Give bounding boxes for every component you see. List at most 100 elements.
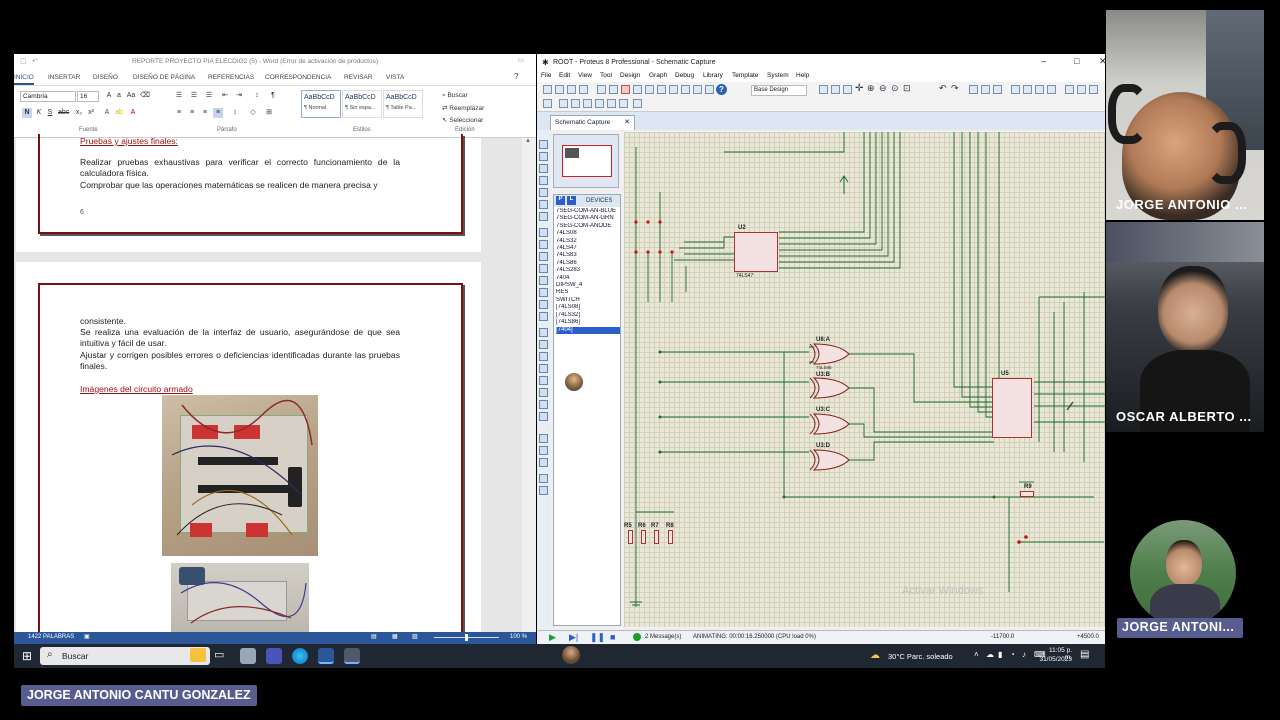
highlight-icon[interactable]: ab: [114, 108, 124, 118]
menu-file[interactable]: File: [541, 72, 551, 79]
bom-icon[interactable]: [657, 85, 666, 94]
battery-icon[interactable]: ▮: [998, 650, 1002, 659]
read-mode-icon[interactable]: ▤: [371, 633, 377, 640]
tab-diseno-pagina[interactable]: DISEÑO DE PÁGINA: [133, 74, 195, 81]
word-taskbar-icon[interactable]: [318, 648, 334, 664]
menu-library[interactable]: Library: [703, 72, 723, 79]
tray-chevron-icon[interactable]: ˄: [974, 650, 979, 659]
text-script-icon[interactable]: [539, 188, 548, 197]
vsm-icon[interactable]: [693, 85, 702, 94]
tab-diseno[interactable]: DISEÑO: [93, 74, 118, 81]
junction-icon[interactable]: [539, 164, 548, 173]
device-item[interactable]: 74LS86: [556, 260, 620, 267]
zoom-slider[interactable]: [434, 634, 499, 641]
device-item[interactable]: 74LS47: [556, 245, 620, 252]
tab-inicio[interactable]: INICIO: [14, 74, 34, 85]
text-icon[interactable]: [539, 388, 548, 397]
scroll-up-icon[interactable]: ▲: [525, 138, 533, 148]
pan-icon[interactable]: ✛: [855, 83, 863, 94]
device-item[interactable]: [74LS08]: [556, 304, 620, 311]
grow-font-icon[interactable]: A: [104, 91, 114, 101]
pause-icon[interactable]: ❚❚: [590, 632, 605, 643]
change-case-icon[interactable]: Aa: [126, 91, 136, 101]
participant-video-2[interactable]: OSCAR ALBERTO ...: [1106, 222, 1264, 432]
design-explorer-icon[interactable]: [583, 99, 592, 108]
device-item[interactable]: 7SEG-COM-AN-BLUE: [556, 208, 620, 215]
terminal-icon[interactable]: [539, 228, 548, 237]
netlist-icon[interactable]: [633, 99, 642, 108]
device-item[interactable]: 7SEG-COM-AN-GRN: [556, 215, 620, 222]
menu-graph[interactable]: Graph: [649, 72, 667, 79]
device-item[interactable]: 74LS32: [556, 238, 620, 245]
sort-icon[interactable]: ↕: [252, 91, 262, 101]
network-icon[interactable]: ◔: [1010, 650, 1015, 659]
bold-icon[interactable]: N: [22, 108, 32, 118]
source-icon[interactable]: [681, 85, 690, 94]
device-item[interactable]: 74LS283: [556, 267, 620, 274]
vertical-scrollbar[interactable]: ▲: [522, 138, 536, 632]
menu-tool[interactable]: Tool: [600, 72, 612, 79]
web-layout-icon[interactable]: ▧: [412, 633, 418, 640]
font-size-select[interactable]: 16: [77, 91, 99, 102]
bus-icon[interactable]: [539, 200, 548, 209]
device-item[interactable]: [74LS32]: [556, 312, 620, 319]
pick-from-library-icon[interactable]: P: [556, 196, 565, 205]
weather-text[interactable]: 30°C Parc. soleado: [888, 652, 953, 661]
grid-icon[interactable]: [831, 85, 840, 94]
tape-icon[interactable]: [539, 264, 548, 273]
menu-help[interactable]: Help: [796, 72, 809, 79]
block-copy-icon[interactable]: [1011, 85, 1020, 94]
device-item[interactable]: [74LS86]: [556, 319, 620, 326]
device-item[interactable]: 7SEG-COM-ANODE: [556, 223, 620, 230]
mirror-x-icon[interactable]: [539, 474, 548, 483]
origin-icon[interactable]: [843, 85, 852, 94]
participant-tile-3[interactable]: JORGE ANTONI...: [1116, 518, 1244, 642]
cut-icon[interactable]: [969, 85, 978, 94]
line-spacing-icon[interactable]: ↕: [230, 108, 240, 118]
increase-indent-icon[interactable]: ⇥: [234, 91, 244, 101]
wire-autorouter-icon[interactable]: [543, 99, 552, 108]
task-view-icon[interactable]: ▭: [214, 648, 230, 664]
zoom-area-icon[interactable]: ⊡: [903, 83, 911, 94]
borders-icon[interactable]: ⊞: [264, 108, 274, 118]
restore-icon[interactable]: ▭: [517, 56, 524, 64]
strike-icon[interactable]: abc: [58, 108, 69, 118]
make-device-icon[interactable]: [1077, 85, 1086, 94]
taskbar-search[interactable]: ⌕ Buscar: [40, 647, 210, 665]
chip-u2[interactable]: [734, 232, 778, 272]
shrink-font-icon[interactable]: a: [114, 91, 124, 101]
device-item[interactable]: RES: [556, 289, 620, 296]
file-explorer-icon[interactable]: [240, 648, 256, 664]
volume-icon[interactable]: ♪: [1022, 650, 1026, 659]
gerber-icon[interactable]: [633, 85, 642, 94]
zoom-level[interactable]: 100 %: [510, 634, 527, 640]
zoom-thumb[interactable]: [465, 634, 468, 641]
save-icon[interactable]: [567, 85, 576, 94]
stop-icon[interactable]: ■: [610, 632, 615, 642]
current-probe-icon[interactable]: [539, 300, 548, 309]
pick-device-icon[interactable]: [1065, 85, 1074, 94]
pcb-icon[interactable]: [621, 85, 630, 94]
step-icon[interactable]: ▶|: [569, 632, 578, 643]
close-tab-icon[interactable]: ✕: [624, 118, 630, 126]
search-part-icon[interactable]: [559, 99, 568, 108]
3d-icon[interactable]: [645, 85, 654, 94]
proofing-icon[interactable]: ▣: [84, 633, 90, 640]
virtual-instrument-icon[interactable]: [539, 312, 548, 321]
design-variant-select[interactable]: Base Design: [751, 85, 807, 96]
resistor[interactable]: [641, 530, 646, 544]
undo-icon[interactable]: ↶: [939, 83, 947, 94]
resistor[interactable]: [654, 530, 659, 544]
box-icon[interactable]: [539, 340, 548, 349]
voltage-probe-icon[interactable]: [539, 288, 548, 297]
superscript-icon[interactable]: x²: [86, 108, 96, 118]
block-delete-icon[interactable]: [1047, 85, 1056, 94]
style-table-paragraph[interactable]: AaBbCcD ¶ Table Pa...: [383, 90, 423, 118]
italic-icon[interactable]: K: [34, 108, 44, 118]
component-mode-icon[interactable]: [539, 152, 548, 161]
tab-revisar[interactable]: REVISAR: [344, 74, 373, 81]
chip-u5[interactable]: [992, 378, 1032, 438]
help-icon[interactable]: ?: [716, 84, 727, 95]
play-icon[interactable]: ▶: [549, 632, 556, 643]
device-item-selected[interactable]: [7404]: [556, 326, 620, 334]
